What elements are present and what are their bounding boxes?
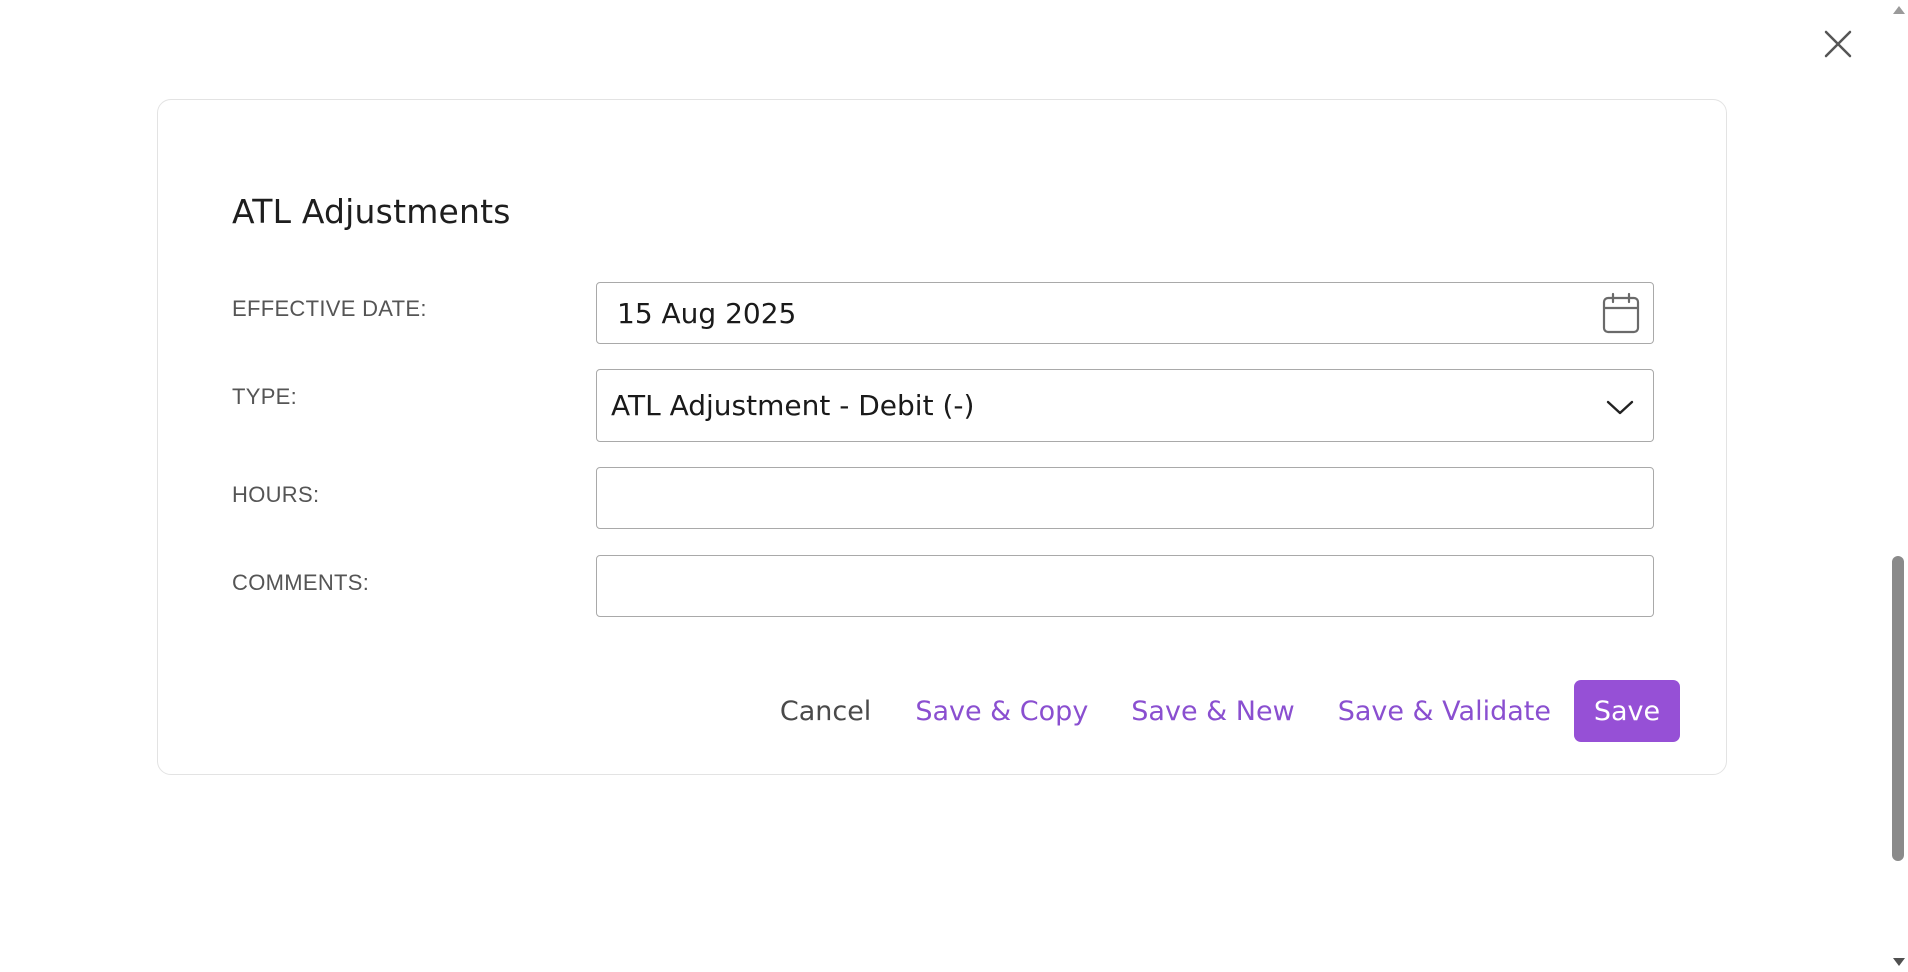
scroll-up-arrow-icon[interactable] (1893, 6, 1905, 14)
type-select[interactable]: ATL Adjustment - Debit (-) (596, 369, 1654, 442)
page: ATL Adjustments EFFECTIVE DATE: 15 Aug 2… (0, 0, 1908, 972)
scroll-thumb[interactable] (1892, 556, 1904, 861)
comments-input[interactable] (596, 555, 1654, 617)
hours-label: HOURS: (232, 482, 320, 507)
chevron-down-icon (1605, 392, 1635, 422)
close-icon (1824, 30, 1852, 58)
atl-adjustments-card: ATL Adjustments EFFECTIVE DATE: 15 Aug 2… (157, 99, 1727, 775)
effective-date-value: 15 Aug 2025 (617, 296, 797, 330)
close-button[interactable] (1816, 22, 1860, 66)
effective-date-field[interactable]: 15 Aug 2025 (596, 282, 1654, 344)
action-bar: Cancel Save & Copy Save & New Save & Val… (780, 680, 1680, 742)
save-button[interactable]: Save (1574, 680, 1680, 742)
vertical-scrollbar[interactable] (1889, 0, 1908, 972)
save-copy-button[interactable]: Save & Copy (915, 696, 1088, 727)
save-validate-button[interactable]: Save & Validate (1338, 696, 1551, 727)
type-selected-value: ATL Adjustment - Debit (-) (611, 389, 975, 422)
type-label: TYPE: (232, 384, 298, 409)
effective-date-label: EFFECTIVE DATE: (232, 296, 427, 321)
cancel-button[interactable]: Cancel (780, 696, 871, 727)
page-title: ATL Adjustments (232, 192, 511, 231)
calendar-icon[interactable] (1599, 291, 1643, 335)
comments-label: COMMENTS: (232, 570, 370, 595)
scroll-down-arrow-icon[interactable] (1893, 958, 1905, 966)
hours-input[interactable] (596, 467, 1654, 529)
save-new-button[interactable]: Save & New (1131, 696, 1294, 727)
